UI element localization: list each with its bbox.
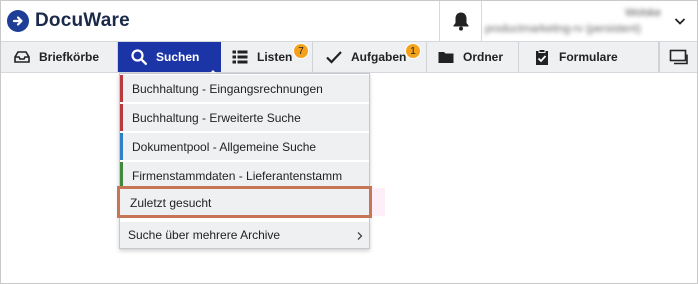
docuware-window: DocuWare Wolske productmarketing-rv (per… [0,0,698,284]
user-name: Wolske [625,7,661,19]
search-icon [130,48,148,66]
tab-listen[interactable]: Listen 7 [221,42,313,72]
menu-item-label: Buchhaltung - Eingangsrechnungen [132,82,323,96]
color-bar [120,104,123,131]
aufgaben-count-badge: 1 [405,43,421,59]
window-layout-icon [669,48,688,66]
main-toolbar: Briefkörbe Suchen Listen 7 Aufgaben 1 Or… [1,41,697,75]
header-divider [439,1,440,41]
tab-label: Briefkörbe [39,50,100,64]
listen-count-badge: 7 [293,43,309,59]
checkmark-icon [325,48,343,66]
tab-ordner[interactable]: Ordner [427,42,519,72]
user-context: productmarketing-rv (persistent) [485,23,641,35]
tab-briefkoerbe[interactable]: Briefkörbe [1,42,118,72]
tab-label: Suchen [156,50,200,64]
menu-item-search-dialog[interactable]: Dokumentpool - Allgemeine Suche [120,133,369,161]
tab-aufgaben[interactable]: Aufgaben 1 [313,42,427,72]
tab-label: Ordner [463,50,504,64]
search-dropdown-menu: Buchhaltung - Eingangsrechnungen Buchhal… [119,73,370,249]
clipboard-icon [533,48,551,66]
caret-up-icon [209,64,217,75]
tab-formulare[interactable]: Formulare [519,42,659,72]
chevron-down-icon[interactable] [673,14,687,28]
menu-item-search-dialog[interactable]: Buchhaltung - Eingangsrechnungen [120,75,369,103]
tab-label: Aufgaben [351,50,407,64]
menu-item-label: Firmenstammdaten - Lieferantenstamm [132,169,343,183]
list-icon [231,48,249,66]
menu-item-search-dialog[interactable]: Buchhaltung - Erweiterte Suche [120,104,369,132]
menu-item-recent-searches[interactable]: Zuletzt gesucht [117,186,372,218]
highlight-glow [371,188,385,216]
notifications-bell-icon[interactable] [450,10,472,32]
color-bar [120,75,123,102]
chevron-right-icon [356,230,364,240]
docuware-logo[interactable]: DocuWare [7,10,130,32]
menu-item-label: Buchhaltung - Erweiterte Suche [132,111,301,125]
header-divider [481,1,482,41]
docuware-logo-icon [7,10,29,32]
folder-icon [437,48,455,66]
tray-icon [13,48,31,66]
menu-item-multi-archive-search[interactable]: Suche über mehrere Archive [120,222,369,248]
menu-item-label: Zuletzt gesucht [130,196,212,210]
window-layout-button[interactable] [659,42,697,72]
tab-label: Formulare [559,50,618,64]
color-bar [120,162,123,189]
menu-item-label: Suche über mehrere Archive [128,228,281,242]
app-header: DocuWare Wolske productmarketing-rv (per… [1,1,697,41]
color-bar [120,133,123,160]
tab-label: Listen [257,50,293,64]
user-menu[interactable]: Wolske productmarketing-rv (persistent) [485,5,661,39]
menu-item-label: Dokumentpool - Allgemeine Suche [132,140,317,154]
tab-suchen[interactable]: Suchen [118,42,221,75]
logo-text: DocuWare [35,10,130,31]
